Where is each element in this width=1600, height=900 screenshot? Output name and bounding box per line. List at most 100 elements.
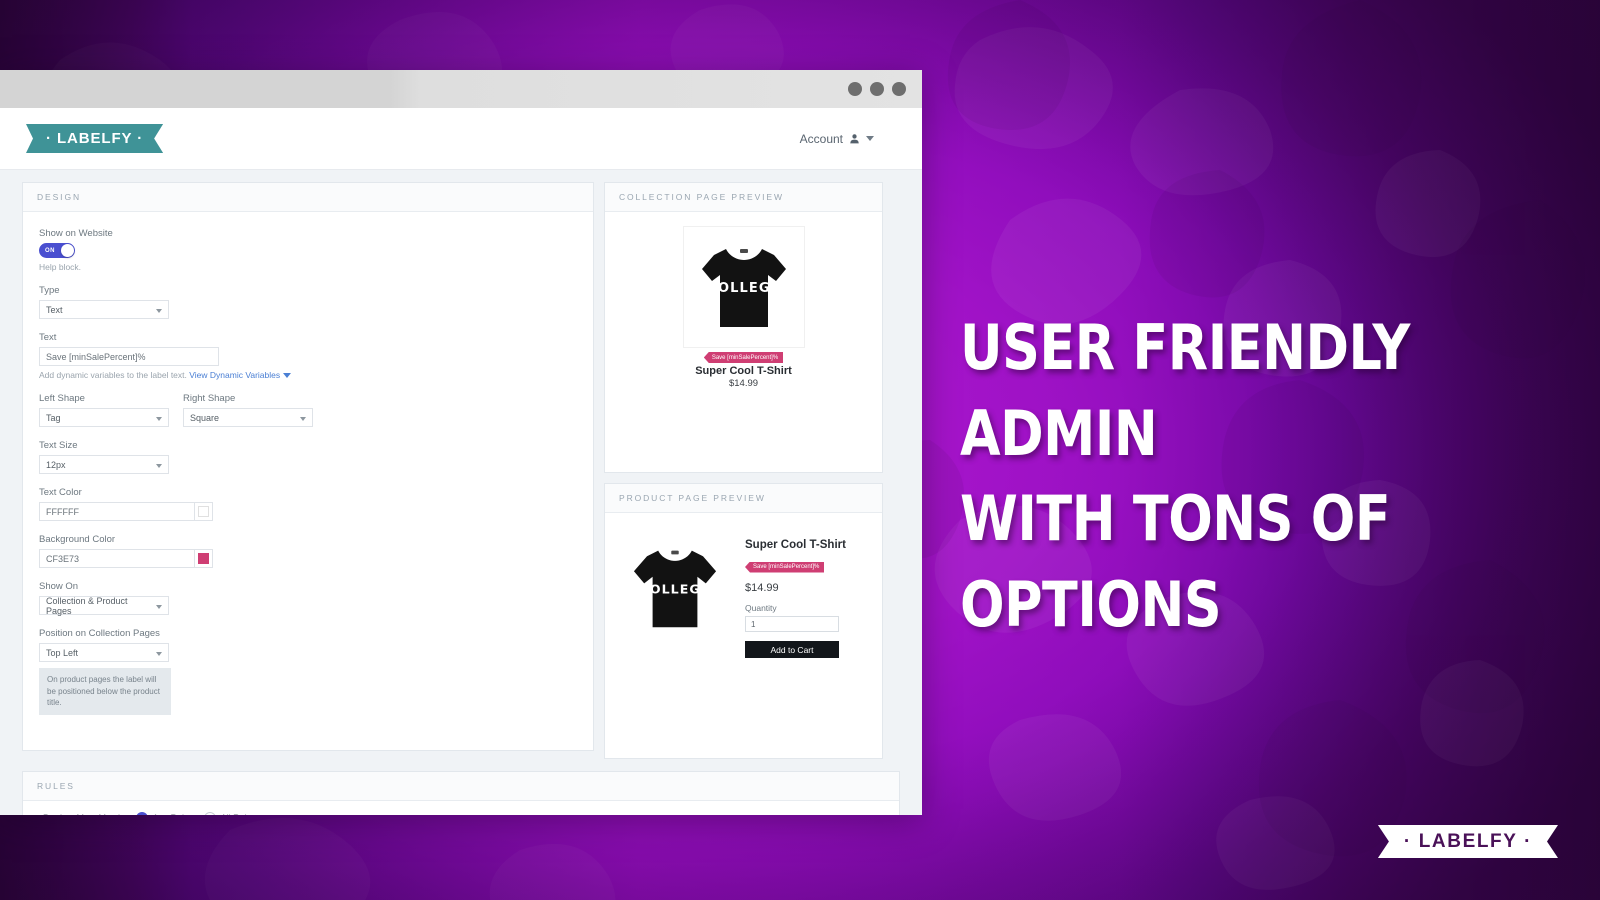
type-select[interactable]: Text [39,300,169,319]
rules-panel: RULES Product Must Match: Any Rules All … [22,771,900,815]
show-on-label: Show On [39,581,79,592]
text-input[interactable]: Save [minSalePercent]% [39,347,219,366]
product-preview-panel: PRODUCT PAGE PREVIEW COLLEGE Super Cool … [604,483,883,759]
collection-sale-tag: Save [minSalePercent]% [703,352,784,363]
field-right-shape: Right Shape Square [183,393,313,427]
text-color-swatch-button[interactable] [194,502,213,521]
show-on-website-toggle[interactable]: ON [39,243,75,258]
radio-any-rules-label: Any Rules [153,813,194,815]
type-value: Text [46,304,63,315]
tshirt-graphic-text: COLLEGE [640,582,711,597]
quantity-label: Quantity [745,603,777,613]
text-input-value: Save [minSalePercent]% [46,351,146,362]
chevron-down-icon [866,136,874,141]
radio-any-rules[interactable] [135,812,148,815]
account-label: Account [799,131,843,146]
left-shape-value: Tag [46,412,61,423]
product-preview-title: PRODUCT PAGE PREVIEW [605,484,882,513]
promo-line-1: USER FRIENDLY ADMIN [960,311,1410,470]
show-on-website-label: Show on Website [39,228,113,239]
product-page-price: $14.99 [745,582,779,594]
text-size-value: 12px [46,459,66,470]
dynamic-variables-caret-icon [282,373,291,379]
text-color-input[interactable]: FFFFFF [39,502,194,521]
collection-preview-body: COLLEGE Save [minSalePercent]% Super Coo… [605,212,882,472]
show-on-value: Collection & Product Pages [46,595,128,616]
quantity-value: 1 [751,619,756,629]
product-page-image: COLLEGE [619,529,731,647]
window-control-dot-1[interactable] [848,82,862,96]
type-label: Type [39,285,60,296]
field-text-color: Text Color FFFFFF [39,487,577,521]
text-label: Text [39,332,57,343]
text-size-select[interactable]: 12px [39,455,169,474]
collection-product-image: COLLEGE [682,226,805,348]
product-page-title: Super Cool T-Shirt [745,539,846,551]
tshirt-graphic-text: COLLEGE [707,281,780,296]
field-left-shape: Left Shape Tag [39,393,169,427]
position-value: Top Left [46,647,79,658]
design-panel-title: DESIGN [23,183,593,212]
text-help-prefix: Add dynamic variables to the label text. [39,370,187,380]
design-form: Show on Website ON Help block. Type Text [23,212,593,750]
quantity-input[interactable]: 1 [745,616,839,632]
tshirt-icon: COLLEGE [701,249,786,327]
background-color-swatch [198,553,209,564]
preview-column: COLLECTION PAGE PREVIEW COLLEGE Save [mi… [604,182,883,759]
background-color-value: CF3E73 [46,553,80,564]
radio-group-any-rules[interactable]: Any Rules [135,812,194,815]
collection-product-price: $14.99 [728,378,759,389]
field-text: Text Save [minSalePercent]% Add dynamic … [39,332,577,380]
labelfy-badge: · LABELFY · [1378,825,1558,858]
right-shape-select[interactable]: Square [183,408,313,427]
position-select[interactable]: Top Left [39,643,169,662]
show-on-website-help: Help block. [39,262,82,272]
promo-text: USER FRIENDLY ADMIN WITH TONS OF OPTIONS [960,305,1560,647]
position-note: On product pages the label will be posit… [39,668,171,715]
app-logo[interactable]: · LABELFY · [26,124,164,153]
radio-all-rules-label: All Rules [221,813,257,815]
text-color-label: Text Color [39,487,82,498]
left-shape-label: Left Shape [39,393,85,404]
radio-group-all-rules[interactable]: All Rules [203,812,257,815]
radio-all-rules[interactable] [203,812,216,815]
field-background-color: Background Color CF3E73 [39,534,577,568]
background-color-swatch-button[interactable] [194,549,213,568]
rules-body: Product Must Match: Any Rules All Rules … [23,801,899,815]
product-must-match-label: Product Must Match: [43,813,126,815]
rules-panel-title: RULES [23,772,899,801]
collection-preview-title: COLLECTION PAGE PREVIEW [605,183,882,212]
background-color-input[interactable]: CF3E73 [39,549,194,568]
right-shape-label: Right Shape [183,393,236,404]
app-body: DESIGN Show on Website ON Help block. Ty… [0,170,922,815]
window-control-dot-2[interactable] [870,82,884,96]
user-icon [850,134,859,144]
field-shapes-row: Left Shape Tag Right Shape Square [39,393,577,427]
promo-line-2: WITH TONS OF OPTIONS [960,482,1391,641]
toggle-knob[interactable] [61,244,74,257]
text-color-value: FFFFFF [46,506,79,517]
text-size-label: Text Size [39,440,78,451]
field-show-on: Show On Collection & Product Pages [39,581,577,616]
view-dynamic-variables-link[interactable]: View Dynamic Variables [189,370,280,380]
field-type: Type Text [39,285,577,319]
design-panel: DESIGN Show on Website ON Help block. Ty… [22,182,594,751]
product-page-info: Super Cool T-Shirt Save [minSalePercent]… [745,529,846,658]
collection-product-title: Super Cool T-Shirt [695,365,792,377]
show-on-select[interactable]: Collection & Product Pages [39,595,169,616]
browser-window: · LABELFY · Account DESIGN Show on Websi… [0,70,922,815]
background-color-label: Background Color [39,534,116,545]
field-text-size: Text Size 12px [39,440,577,474]
toggle-state-label: ON [45,247,55,254]
text-color-swatch [198,506,209,517]
window-controls[interactable] [848,82,906,96]
product-sale-tag: Save [minSalePercent]% [745,561,825,573]
account-menu[interactable]: Account [800,132,874,146]
app-header: · LABELFY · Account [0,108,922,170]
field-show-on-website: Show on Website ON Help block. [39,228,577,272]
window-control-dot-3[interactable] [892,82,906,96]
add-to-cart-button[interactable]: Add to Cart [745,641,839,658]
browser-chrome-bar [0,70,922,108]
right-shape-value: Square [190,412,220,423]
left-shape-select[interactable]: Tag [39,408,169,427]
